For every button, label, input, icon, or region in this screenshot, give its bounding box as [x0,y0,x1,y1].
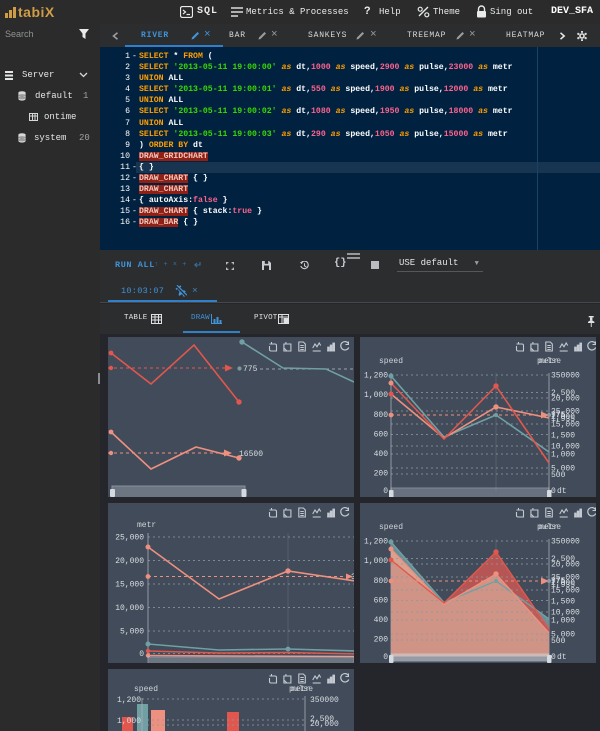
svg-text:600: 600 [374,597,389,606]
svg-text:350000: 350000 [551,372,580,381]
svg-text:0: 0 [551,487,556,496]
svg-text:10,000: 10,000 [115,604,144,613]
svg-text:speed: speed [379,523,403,532]
svg-text:20,000: 20,000 [551,395,580,404]
svg-text:775: 775 [243,365,258,374]
svg-text:500: 500 [551,637,566,646]
svg-text:metr: metr [291,685,310,694]
svg-text:800: 800 [374,411,389,420]
svg-text:speed: speed [134,685,158,694]
svg-text:metr: metr [539,523,558,532]
svg-text:1,200: 1,200 [364,372,388,381]
svg-text:5,000: 5,000 [120,628,144,637]
svg-text:1,000: 1,000 [364,557,388,566]
svg-text:0: 0 [551,653,556,662]
svg-text:dt: dt [557,653,567,662]
svg-text:1,500: 1,500 [551,432,575,441]
svg-text:1,500: 1,500 [551,598,575,607]
svg-text:1,000: 1,000 [551,451,575,460]
svg-text:0: 0 [383,653,388,662]
svg-text:1,000: 1,000 [364,391,388,400]
svg-text:800: 800 [374,577,389,586]
svg-text:1,000: 1,000 [117,717,141,726]
svg-text:200: 200 [374,636,389,645]
svg-text:20,000: 20,000 [551,561,580,570]
svg-text:metr: metr [137,521,156,530]
svg-text:600: 600 [374,431,389,440]
svg-text:200: 200 [374,470,389,479]
svg-text:0: 0 [139,650,144,659]
svg-text:500: 500 [551,471,566,480]
svg-text:dt: dt [557,487,567,496]
svg-text:25,000: 25,000 [115,534,144,543]
svg-text:20,000: 20,000 [310,720,339,729]
svg-text:1,935: 1,935 [551,581,575,590]
svg-text:16500: 16500 [239,450,263,459]
svg-text:15,000: 15,000 [115,581,144,590]
svg-text:350000: 350000 [551,538,580,547]
svg-text:speed: speed [379,357,403,366]
svg-text:350000: 350000 [310,696,339,705]
svg-text:400: 400 [374,616,389,625]
svg-text:3: 3 [351,573,354,582]
svg-text:1,200: 1,200 [364,538,388,547]
svg-text:metr: metr [539,357,558,366]
svg-text:1,000: 1,000 [551,617,575,626]
svg-text:0: 0 [383,487,388,496]
svg-text:20,000: 20,000 [115,557,144,566]
svg-text:1,935: 1,935 [551,415,575,424]
svg-text:400: 400 [374,450,389,459]
svg-text:1,200: 1,200 [117,696,141,705]
